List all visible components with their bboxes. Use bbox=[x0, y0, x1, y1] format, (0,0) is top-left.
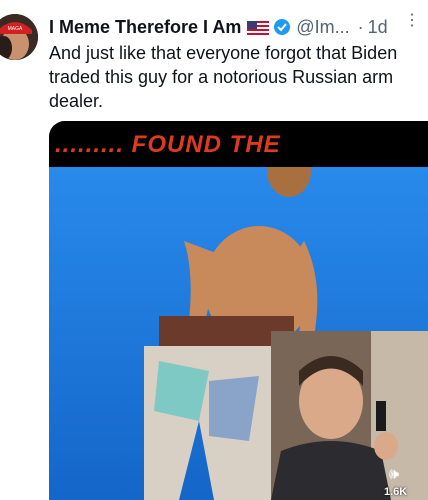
avatar-image: MAGA bbox=[0, 14, 38, 60]
display-name[interactable]: I Meme Therefore I Am bbox=[49, 17, 241, 38]
video-banner: ......... FOUND THE bbox=[49, 121, 428, 167]
us-flag-icon bbox=[247, 20, 270, 36]
more-options-icon[interactable]: ⋮ bbox=[404, 13, 420, 29]
view-count: 1.6K bbox=[384, 486, 408, 498]
verified-badge-icon bbox=[273, 18, 291, 36]
avatar[interactable]: MAGA bbox=[0, 14, 38, 60]
separator: · bbox=[357, 16, 364, 37]
speaker-icon[interactable]: 🕪 bbox=[389, 466, 399, 484]
svg-text:MAGA: MAGA bbox=[8, 26, 23, 32]
tweet-video[interactable]: ......... FOUND THE 🕪 1.6K bbox=[49, 121, 428, 500]
banner-text: ......... FOUND THE bbox=[55, 131, 281, 158]
tweet-text: And just like that everyone forgot that … bbox=[49, 43, 398, 111]
user-handle[interactable]: @Im... bbox=[296, 17, 349, 38]
picture-in-picture-inset bbox=[271, 331, 428, 500]
timestamp[interactable]: 1d bbox=[368, 17, 388, 38]
tweet-header: I Meme Therefore I Am @Im... · 1d ⋮ bbox=[49, 13, 428, 38]
